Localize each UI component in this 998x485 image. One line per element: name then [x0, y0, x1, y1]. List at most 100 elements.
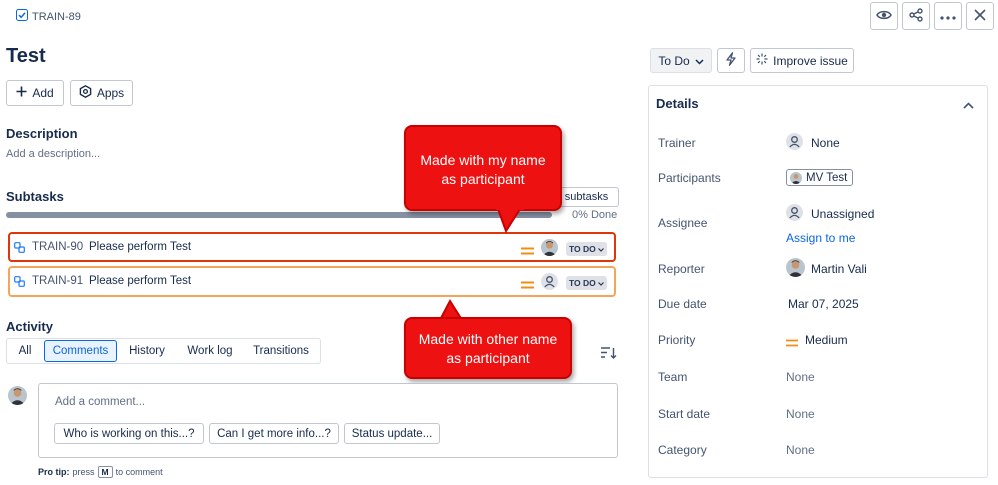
priority-value[interactable]: Medium	[805, 333, 848, 347]
subtask-summary[interactable]: Please perform Test	[89, 275, 191, 287]
tab-all[interactable]: All	[10, 340, 40, 362]
unassigned-avatar-icon[interactable]	[541, 273, 558, 290]
priority-medium-icon	[786, 336, 798, 350]
category-value[interactable]: None	[786, 443, 815, 457]
quick-reply-status[interactable]: Status update...	[344, 423, 440, 444]
sparkle-icon	[756, 53, 768, 68]
status-lozenge[interactable]: TO DO	[566, 242, 607, 256]
priority-medium-icon	[521, 278, 534, 292]
more-actions-button[interactable]	[934, 2, 962, 30]
trainer-label: Trainer	[658, 136, 696, 150]
callout-top-text: Made with my name as participant	[420, 152, 546, 187]
start-date-value[interactable]: None	[786, 407, 815, 421]
eye-icon	[876, 9, 892, 24]
start-date-label: Start date	[658, 407, 711, 421]
subtask-icon	[14, 242, 25, 256]
pro-tip-press: press	[72, 467, 95, 477]
tab-work-log[interactable]: Work log	[178, 340, 242, 362]
close-icon	[974, 8, 986, 24]
automation-button[interactable]	[717, 48, 745, 73]
chevron-down-icon	[597, 278, 604, 288]
participant-name: MV Test	[806, 171, 848, 184]
callout-top: Made with my name as participant	[404, 125, 562, 211]
chevron-up-icon[interactable]	[963, 98, 974, 112]
pro-tip-prefix: Pro tip:	[38, 467, 70, 477]
improve-issue-button[interactable]: Improve issue	[750, 48, 854, 73]
activity-heading: Activity	[6, 319, 53, 334]
apps-icon	[79, 84, 92, 101]
category-label: Category	[658, 443, 707, 457]
current-user-avatar	[8, 386, 27, 405]
apps-button[interactable]: Apps	[70, 80, 133, 106]
tab-comments[interactable]: Comments	[44, 340, 117, 362]
assignee-label: Assignee	[658, 216, 708, 230]
due-date-label: Due date	[658, 297, 707, 311]
watch-button[interactable]	[870, 2, 898, 30]
add-button[interactable]: Add	[6, 80, 64, 106]
participant-chip[interactable]: MV Test	[786, 169, 854, 186]
pro-tip-suffix: to comment	[115, 467, 163, 477]
quick-reply-info[interactable]: Can I get more info...?	[209, 423, 339, 444]
status-lozenge[interactable]: TO DO	[566, 276, 607, 290]
assign-to-me-link[interactable]: Assign to me	[786, 231, 855, 245]
subtasks-progress-text: 0% Done	[572, 209, 618, 221]
participants-label: Participants	[658, 171, 721, 185]
tab-transitions[interactable]: Transitions	[246, 340, 316, 362]
subtasks-options-button[interactable]: subtasks	[554, 187, 619, 207]
subtask-icon	[14, 276, 25, 290]
chevron-down-icon	[597, 244, 604, 254]
callout-bottom: Made with other name as participant	[404, 317, 572, 379]
status-dropdown[interactable]: To Do	[650, 48, 712, 73]
apps-label: Apps	[96, 86, 125, 100]
issue-breadcrumb[interactable]: TRAIN-89	[16, 9, 81, 24]
sort-icon[interactable]	[601, 347, 617, 362]
subtask-row[interactable]: TRAIN-90 Please perform Test TO DO	[8, 232, 616, 262]
lightning-icon	[726, 52, 736, 69]
task-checkbox-icon	[16, 9, 28, 24]
share-icon	[909, 7, 923, 25]
issue-title[interactable]: Test	[6, 45, 46, 68]
reporter-value[interactable]: Martin Vali	[811, 262, 867, 276]
due-date-value[interactable]: Mar 07, 2025	[788, 297, 859, 311]
assignee-value[interactable]: Unassigned	[811, 207, 874, 221]
issue-key[interactable]: TRAIN-89	[32, 11, 81, 23]
reporter-label: Reporter	[658, 262, 705, 276]
priority-label: Priority	[658, 333, 696, 347]
keyboard-key: M	[97, 466, 113, 478]
description-heading: Description	[6, 126, 78, 141]
tab-history[interactable]: History	[121, 340, 173, 362]
status-text: TO DO	[569, 244, 596, 254]
comment-input[interactable]: Add a comment...	[55, 396, 145, 408]
close-button[interactable]	[966, 2, 994, 30]
team-label: Team	[658, 370, 688, 384]
subtask-key[interactable]: TRAIN-90	[32, 241, 83, 253]
add-label: Add	[32, 86, 54, 100]
quick-reply-who[interactable]: Who is working on this...?	[54, 423, 204, 444]
chevron-down-icon	[695, 54, 704, 68]
trainer-value[interactable]: None	[811, 136, 840, 150]
avatar[interactable]	[541, 239, 558, 256]
reporter-avatar	[786, 258, 805, 277]
avatar	[790, 171, 802, 184]
subtask-summary[interactable]: Please perform Test	[89, 241, 191, 253]
callout-bottom-text: Made with other name as participant	[418, 331, 558, 366]
description-field[interactable]: Add a description...	[6, 148, 100, 160]
status-dropdown-label: To Do	[658, 53, 690, 68]
more-icon	[940, 9, 956, 23]
callout-top-tail	[496, 207, 524, 233]
improve-issue-label: Improve issue	[773, 53, 848, 68]
unassigned-avatar-icon	[786, 204, 803, 221]
unassigned-avatar-icon	[786, 133, 803, 150]
subtasks-heading: Subtasks	[6, 189, 64, 204]
team-value[interactable]: None	[786, 370, 815, 384]
plus-icon	[16, 86, 27, 100]
comment-box[interactable]	[38, 383, 618, 458]
priority-medium-icon	[521, 244, 534, 258]
pro-tip: Pro tip: press M to comment	[38, 466, 163, 478]
details-heading: Details	[656, 96, 699, 111]
subtask-row[interactable]: TRAIN-91 Please perform Test TO DO	[8, 266, 616, 297]
subtask-key[interactable]: TRAIN-91	[32, 275, 83, 287]
subtasks-button-label: subtasks	[564, 191, 609, 203]
share-button[interactable]	[902, 2, 930, 30]
status-text: TO DO	[569, 278, 596, 288]
